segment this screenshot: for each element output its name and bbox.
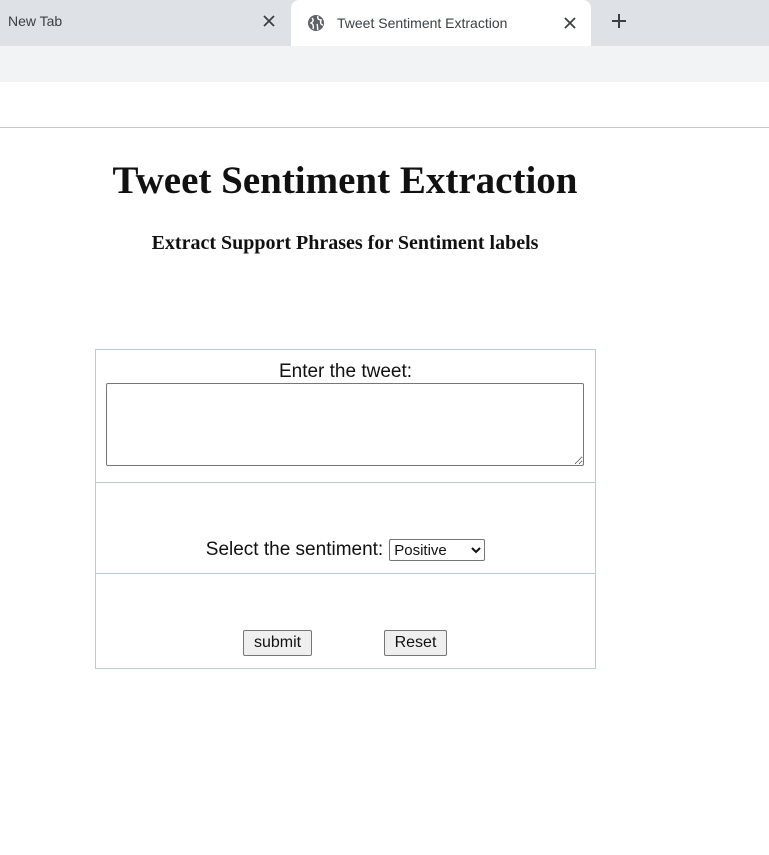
- sentiment-form: Enter the tweet: Select the sentiment: P…: [95, 349, 596, 669]
- buttons-row: submit Reset: [96, 574, 595, 668]
- new-tab-button[interactable]: [606, 8, 632, 34]
- sentiment-select[interactable]: Positive: [389, 539, 486, 561]
- plus-icon: [611, 13, 627, 29]
- globe-icon: [307, 14, 325, 32]
- sentiment-row: Select the sentiment: Positive: [96, 483, 595, 574]
- close-icon[interactable]: [561, 14, 579, 32]
- tab-new-tab[interactable]: New Tab: [0, 0, 290, 42]
- browser-toolbar: [0, 46, 769, 82]
- page-subtitle: Extract Support Phrases for Sentiment la…: [151, 232, 539, 254]
- page-title: Tweet Sentiment Extraction: [112, 159, 578, 202]
- tweet-label: Enter the tweet:: [278, 361, 413, 382]
- tweet-row: Enter the tweet:: [96, 350, 595, 483]
- tweet-input[interactable]: [106, 383, 584, 466]
- reset-button[interactable]: Reset: [384, 630, 447, 656]
- tab-title: Tweet Sentiment Extraction: [337, 15, 508, 31]
- close-icon[interactable]: [260, 12, 278, 30]
- tab-title: New Tab: [8, 13, 63, 29]
- page-content: Tweet Sentiment Extraction Extract Suppo…: [0, 128, 769, 855]
- submit-button[interactable]: submit: [243, 630, 312, 656]
- sentiment-field: Select the sentiment: Positive: [96, 539, 595, 561]
- sentiment-label: Select the sentiment:: [205, 539, 384, 560]
- bookmarks-bar: [0, 82, 769, 128]
- tab-strip: New Tab Tweet Sentiment Extraction: [0, 0, 769, 46]
- tab-tweet-sentiment-extraction[interactable]: Tweet Sentiment Extraction: [291, 0, 591, 46]
